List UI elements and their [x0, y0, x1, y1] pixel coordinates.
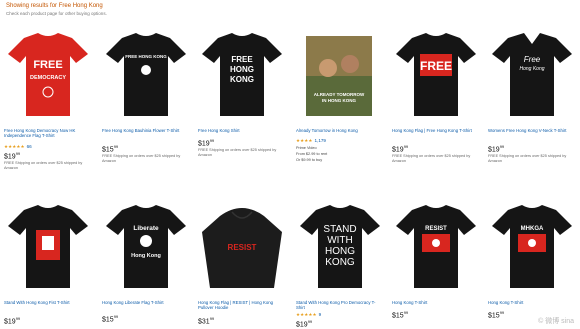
tshirt-black-image: STAND WITH HONG KONG [300, 205, 380, 288]
results-title: Showing results for Free Hong Kong [6, 3, 103, 9]
product-image[interactable]: RESIST [196, 202, 288, 290]
shirt-text: Hong Kong [519, 66, 544, 72]
tshirt-vneck-image: Free Hong Kong [492, 33, 572, 116]
tshirt-black-image: FREE HONG KONG [202, 33, 282, 116]
product-card[interactable]: RESIST Hong Kong Flag | RESIST | Hong Ko… [196, 202, 288, 329]
tshirt-fist-image [8, 205, 88, 288]
product-card[interactable]: ALREADY TOMORROW IN HONG KONG Already To… [294, 30, 386, 180]
product-image[interactable]: FREE [390, 30, 482, 118]
product-card[interactable]: MHKGA Hong Kong T-Shirt $1599 [486, 202, 578, 329]
price: $1999 [198, 138, 215, 148]
shirt-text: MHKGA [521, 226, 544, 232]
product-image[interactable]: ALREADY TOMORROW IN HONG KONG [294, 30, 386, 118]
product-card[interactable]: STAND WITH HONG KONG Stand With Hong Kon… [294, 202, 386, 329]
product-card[interactable]: Liberate Hong Kong Hong Kong Liberate Fl… [100, 202, 192, 329]
shirt-text: RESIST [425, 226, 447, 232]
tshirt-red-image: FREE DEMOCRACY [8, 33, 88, 116]
poster-text: IN HONG KONG [322, 98, 357, 103]
product-image[interactable]: FREE HONG KONG [100, 30, 192, 118]
product-card[interactable]: FREE HONG KONG Free Hong Kong Shirt $199… [196, 30, 288, 180]
shipping-info: FREE Shipping on orders over $25 shipped… [4, 161, 83, 170]
shirt-text: HONG [325, 246, 355, 257]
product-title-link[interactable]: Hong Kong Flag | RESIST | Hong Kong Pull… [198, 300, 286, 316]
shirt-text: FREE HONG KONG [125, 54, 167, 59]
shirt-text: KONG [325, 257, 355, 268]
shirt-text: FREE [231, 55, 253, 64]
shipping-info: FREE Shipping on orders over $25 shipped… [392, 154, 471, 163]
price: $1999 [4, 151, 21, 161]
price: $1599 [102, 144, 119, 154]
rent-price: From $2.99 to rent [296, 152, 328, 156]
shirt-text: FREE [420, 59, 452, 73]
star-rating[interactable]: ★★★★★ 9 [296, 312, 321, 318]
product-title-link[interactable]: Womens Free Hong Kong V-Neck T-Shirt [488, 128, 576, 144]
shirt-text: FREE [33, 59, 62, 71]
shirt-text: DEMOCRACY [30, 75, 66, 81]
price: $1999 [296, 319, 313, 329]
star-rating[interactable]: ★★★★ 1,179 [296, 138, 326, 144]
star-rating[interactable]: ★★★★★ 66 [4, 144, 32, 150]
product-card[interactable]: FREE DEMOCRACY Free Hong Kong Democracy … [2, 30, 94, 180]
tshirt-black-image: FREE [396, 33, 476, 116]
price: $1599 [488, 310, 505, 320]
product-image[interactable]: RESIST [390, 202, 482, 290]
product-title-link[interactable]: Free Hong Kong Democracy Now HK Independ… [4, 128, 92, 144]
tshirt-black-image: Liberate Hong Kong [106, 205, 186, 288]
price: $1999 [392, 144, 409, 154]
shirt-text: Free [524, 55, 541, 64]
prime-video-label: Prime Video [296, 146, 317, 150]
product-card[interactable]: RESIST Hong Kong T-Shirt $1599 [390, 202, 482, 329]
shirt-text: RESIST [228, 243, 257, 252]
price: $1999 [488, 144, 505, 154]
price: $1599 [392, 310, 409, 320]
shirt-text: STAND [323, 224, 356, 235]
product-card[interactable]: Stand With Hong Kong Fist T-Shirt $1999 [2, 202, 94, 329]
shipping-info: FREE Shipping on orders over $25 shipped… [198, 148, 277, 157]
product-image[interactable]: STAND WITH HONG KONG [294, 202, 386, 290]
shirt-text: WITH [327, 235, 353, 246]
results-header: Showing results for Free Hong Kong Check… [0, 0, 580, 24]
watermark: © 微博 sina [538, 318, 574, 325]
product-image[interactable]: Liberate Hong Kong [100, 202, 192, 290]
product-title-link[interactable]: Free Hong Kong Bauhinia Flower T-Shirt [102, 128, 190, 144]
buy-price: Or $9.99 to buy [296, 158, 323, 162]
shirt-text: Hong Kong [131, 253, 161, 259]
product-image[interactable]: FREE DEMOCRACY [2, 30, 94, 118]
product-card[interactable]: Free Hong Kong Womens Free Hong Kong V-N… [486, 30, 578, 180]
product-image[interactable]: FREE HONG KONG [196, 30, 288, 118]
price: $3199 [198, 316, 215, 326]
product-card[interactable]: FREE Hong Kong Flag | Free Hong Kong T-S… [390, 30, 482, 180]
movie-poster-image: ALREADY TOMORROW IN HONG KONG [306, 36, 372, 116]
product-title-link[interactable]: Stand With Hong Kong Fist T-Shirt [4, 300, 92, 316]
product-image[interactable]: Free Hong Kong [486, 30, 578, 118]
tshirt-black-image: FREE HONG KONG [106, 33, 186, 116]
price: $1999 [4, 316, 21, 326]
tshirt-black-image: RESIST [396, 205, 476, 288]
product-title-link[interactable]: Hong Kong Flag | Free Hong Kong T-Shirt [392, 128, 480, 144]
results-subtitle: Check each product page for other buying… [6, 11, 107, 16]
price: $1599 [102, 314, 119, 324]
shirt-text: HONG [230, 65, 254, 74]
poster-text: ALREADY TOMORROW [314, 92, 365, 97]
shirt-text: KONG [230, 75, 254, 84]
shipping-info: FREE Shipping on orders over $25 shipped… [488, 154, 567, 163]
product-card[interactable]: FREE HONG KONG Free Hong Kong Bauhinia F… [100, 30, 192, 180]
product-image[interactable]: MHKGA [486, 202, 578, 290]
tshirt-black-image: MHKGA [492, 205, 572, 288]
product-image[interactable] [2, 202, 94, 290]
shipping-info: FREE Shipping on orders over $25 shipped… [102, 154, 181, 163]
hoodie-image: RESIST [202, 208, 282, 288]
shirt-text: Liberate [133, 225, 159, 232]
